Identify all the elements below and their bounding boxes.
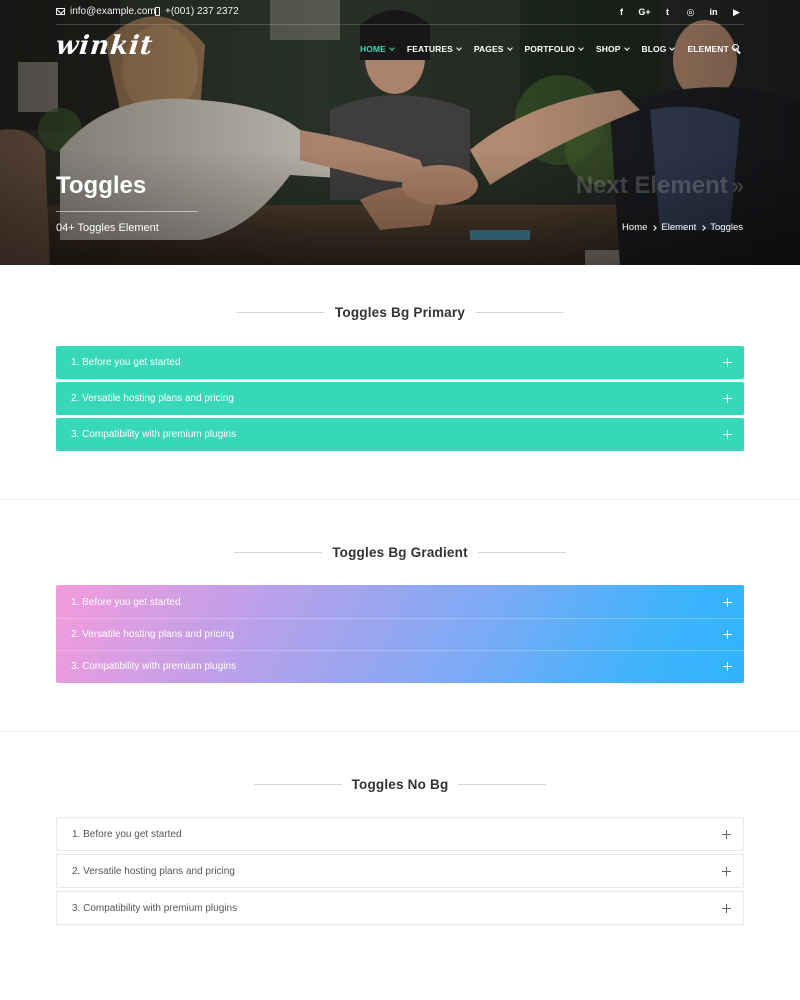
nav-item-pages[interactable]: PAGES: [473, 44, 513, 54]
next-element-label: Next Element: [575, 172, 728, 199]
contact-phone-text: +(001) 237 2372: [165, 6, 239, 17]
mobile-phone-icon: [155, 7, 160, 16]
chevron-down-icon: [389, 45, 395, 51]
page-subtitle: 04+ Toggles Element: [56, 222, 159, 234]
toggle-title: 1. Before you get started: [71, 596, 181, 608]
hero-overlay-bottom: [0, 150, 800, 265]
nav-item-portfolio[interactable]: PORTFOLIO: [524, 44, 584, 54]
toggle-item[interactable]: 3. Compatibility with premium plugins: [56, 891, 744, 925]
breadcrumb-element[interactable]: Element: [661, 222, 696, 233]
facebook-icon[interactable]: f: [610, 5, 633, 19]
plus-icon[interactable]: [723, 661, 732, 671]
section-heading-primary: Toggles Bg Primary: [0, 305, 800, 320]
nav-item-label: BLOG: [641, 44, 667, 54]
twitter-icon[interactable]: t: [656, 5, 679, 19]
nav-item-label: PAGES: [473, 44, 504, 54]
plus-icon[interactable]: [723, 394, 732, 403]
toggle-item[interactable]: 1. Before you get started: [56, 817, 744, 851]
contact-phone[interactable]: +(001) 237 2372: [155, 6, 239, 17]
section-heading-nobg: Toggles No Bg: [0, 777, 800, 792]
section-heading-gradient: Toggles Bg Gradient: [0, 545, 800, 560]
site-logo[interactable]: winkit: [54, 31, 154, 61]
social-links: f G+ t ◎ in ▶: [610, 5, 748, 19]
nav-item-shop[interactable]: SHOP: [596, 44, 630, 54]
nav-item-blog[interactable]: BLOG: [641, 44, 676, 54]
plus-icon[interactable]: [723, 629, 732, 639]
toggle-title: 2. Versatile hosting plans and pricing: [71, 628, 234, 640]
plus-icon[interactable]: [723, 430, 732, 439]
chevron-down-icon: [456, 45, 462, 51]
toggle-title: 1. Before you get started: [71, 357, 181, 368]
toggle-title: 3. Compatibility with premium plugins: [71, 660, 237, 672]
section-title: Toggles Bg Gradient: [332, 545, 468, 560]
chevron-down-icon: [578, 45, 584, 51]
breadcrumb-home[interactable]: Home: [622, 222, 647, 233]
contact-email[interactable]: info@example.com: [56, 6, 156, 17]
heading-rule-left: [236, 312, 325, 313]
heading-rule-right: [477, 552, 566, 553]
page-title: Toggles: [56, 172, 147, 199]
nav-item-label: FEATURES: [406, 44, 453, 54]
nav-item-label: ELEMENT: [687, 44, 729, 54]
chevron-down-icon: [506, 45, 513, 51]
section-title: Toggles Bg Primary: [334, 305, 466, 320]
toggle-title: 2. Versatile hosting plans and pricing: [72, 865, 235, 877]
chevron-down-icon: [669, 45, 676, 51]
toggle-title: 1. Before you get started: [72, 828, 182, 840]
plus-icon[interactable]: [722, 829, 731, 839]
toggle-title: 3. Compatibility with premium plugins: [71, 429, 237, 440]
top-bar: info@example.com +(001) 237 2372 f G+ t …: [0, 0, 800, 24]
chevron-right-icon: [700, 224, 707, 231]
linkedin-icon[interactable]: in: [702, 5, 725, 19]
nav-item-label: HOME: [360, 44, 386, 54]
section-title: Toggles No Bg: [351, 777, 449, 792]
toggle-item[interactable]: 1. Before you get started: [56, 586, 744, 618]
page-title-underline: [56, 211, 198, 212]
breadcrumb-current: Toggles: [710, 222, 743, 233]
google-plus-icon[interactable]: G+: [633, 5, 656, 19]
toggle-group-gradient: 1. Before you get started 2. Versatile h…: [56, 585, 744, 683]
main-navigation: HOME FEATURES PAGES PORTFOLIO SHOP BLOG …: [360, 44, 750, 54]
nav-item-label: PORTFOLIO: [524, 44, 576, 54]
nav-item-home[interactable]: HOME: [360, 44, 395, 54]
envelope-icon: [56, 8, 65, 15]
plus-icon[interactable]: [722, 866, 731, 876]
search-icon[interactable]: [732, 44, 742, 54]
heading-rule-right: [458, 784, 547, 785]
contact-email-text: info@example.com: [70, 6, 156, 17]
toggle-title: 3. Compatibility with premium plugins: [72, 902, 238, 914]
heading-rule-right: [475, 312, 564, 313]
toggle-title: 2. Versatile hosting plans and pricing: [71, 393, 234, 404]
instagram-icon[interactable]: ◎: [679, 5, 702, 19]
toggle-item[interactable]: 2. Versatile hosting plans and pricing: [56, 854, 744, 888]
next-element-link[interactable]: Next Element »: [576, 172, 744, 200]
section-divider: [0, 499, 800, 500]
double-chevron-right-icon: »: [731, 173, 744, 198]
heading-rule-left: [234, 552, 323, 553]
plus-icon[interactable]: [723, 597, 732, 607]
nav-item-element[interactable]: ELEMENT: [687, 44, 738, 54]
youtube-icon[interactable]: ▶: [725, 5, 748, 19]
nav-item-label: SHOP: [596, 44, 621, 54]
page-header-hero: info@example.com +(001) 237 2372 f G+ t …: [0, 0, 800, 265]
chevron-down-icon: [623, 45, 630, 51]
breadcrumb: Home Element Toggles: [622, 222, 743, 233]
search-icon-handle: [736, 50, 741, 54]
heading-rule-left: [253, 784, 342, 785]
toggle-item[interactable]: 2. Versatile hosting plans and pricing: [56, 618, 744, 650]
plus-icon[interactable]: [723, 358, 732, 367]
toggle-item[interactable]: 2. Versatile hosting plans and pricing: [56, 382, 744, 415]
plus-icon[interactable]: [722, 903, 731, 913]
toggle-item[interactable]: 3. Compatibility with premium plugins: [56, 650, 744, 682]
toggle-item[interactable]: 1. Before you get started: [56, 346, 744, 379]
chevron-right-icon: [651, 224, 658, 231]
section-divider: [0, 731, 800, 732]
top-bar-divider: [56, 24, 744, 25]
toggle-item[interactable]: 3. Compatibility with premium plugins: [56, 418, 744, 451]
nav-item-features[interactable]: FEATURES: [406, 44, 462, 54]
